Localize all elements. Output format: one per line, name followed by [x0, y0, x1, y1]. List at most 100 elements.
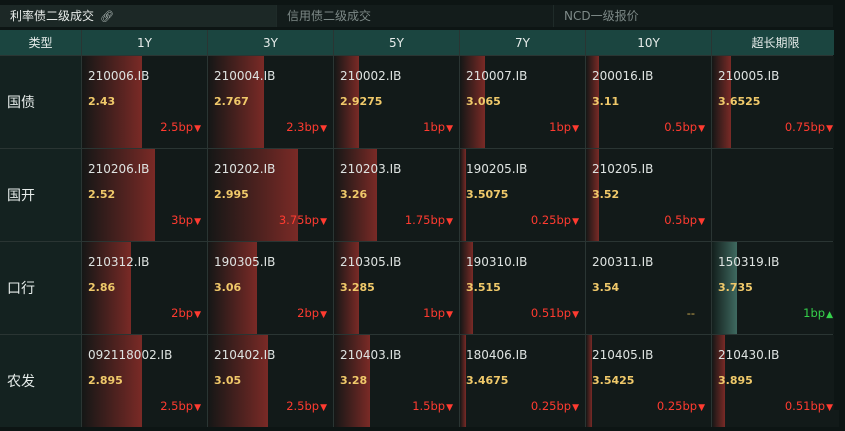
bond-yield: 3.895: [718, 374, 753, 387]
quote-cell[interactable]: 210006.IB 2.43 2.5bp▼: [82, 56, 207, 148]
yield-change: 1bp▼: [423, 120, 453, 134]
change-value: 1bp: [803, 306, 826, 320]
yield-change: 1bp▲: [803, 306, 833, 320]
change-value: 1bp: [549, 120, 572, 134]
yield-change: 0.25bp▼: [657, 399, 705, 413]
yield-change: --: [687, 306, 695, 320]
bond-code: 210006.IB: [88, 69, 150, 83]
yield-change: 0.25bp▼: [531, 399, 579, 413]
change-value: 2.3bp: [286, 120, 320, 134]
triangle-down-icon: ▼: [698, 403, 705, 413]
yield-change: 2.5bp▼: [160, 120, 201, 134]
change-value: 1bp: [423, 306, 446, 320]
yield-change: 1bp▼: [549, 120, 579, 134]
quote-cell[interactable]: 210312.IB 2.86 2bp▼: [82, 242, 207, 334]
quote-cell[interactable]: [712, 149, 839, 241]
tab-rates-bond-trades[interactable]: 利率债二级成交 🔗︎: [0, 5, 277, 27]
bond-yield: 3.4675: [466, 374, 509, 387]
change-value: 3.75bp: [278, 213, 320, 227]
tab-label: 利率债二级成交: [10, 9, 95, 23]
link-icon[interactable]: 🔗︎: [100, 6, 114, 28]
yield-change: 0.5bp▼: [664, 213, 705, 227]
bond-yield: 3.065: [466, 95, 501, 108]
bond-yield: 2.86: [88, 281, 116, 294]
triangle-down-icon: ▼: [446, 124, 453, 134]
quote-cell[interactable]: 210403.IB 3.28 1.5bp▼: [334, 335, 459, 427]
tab-ncd-quotes[interactable]: NCD一级报价: [554, 5, 833, 27]
triangle-down-icon: ▼: [826, 124, 833, 134]
quote-cell[interactable]: 210002.IB 2.9275 1bp▼: [334, 56, 459, 148]
yield-change: 2bp▼: [297, 306, 327, 320]
triangle-down-icon: ▼: [194, 310, 201, 320]
change-value: 0.5bp: [664, 213, 698, 227]
quote-cell[interactable]: 210203.IB 3.26 1.75bp▼: [334, 149, 459, 241]
quote-cell[interactable]: 210007.IB 3.065 1bp▼: [460, 56, 585, 148]
quote-cell[interactable]: 210402.IB 3.05 2.5bp▼: [208, 335, 333, 427]
yield-change: 3bp▼: [171, 213, 201, 227]
bond-code: 200311.IB: [592, 255, 654, 269]
header-1y[interactable]: 1Y: [82, 30, 207, 55]
quote-cell[interactable]: 210430.IB 3.895 0.51bp▼: [712, 335, 839, 427]
bond-yield: 3.285: [340, 281, 375, 294]
quote-cell[interactable]: 150319.IB 3.735 1bp▲: [712, 242, 839, 334]
quote-cell[interactable]: 180406.IB 3.4675 0.25bp▼: [460, 335, 585, 427]
bond-yield: 2.895: [88, 374, 123, 387]
quote-cell[interactable]: 210206.IB 2.52 3bp▼: [82, 149, 207, 241]
yield-change: 1.75bp▼: [405, 213, 453, 227]
bond-yield: 2.52: [88, 188, 116, 201]
quote-cell[interactable]: 190310.IB 3.515 0.51bp▼: [460, 242, 585, 334]
triangle-down-icon: ▼: [320, 310, 327, 320]
triangle-down-icon: ▼: [572, 310, 579, 320]
bond-yield: 3.515: [466, 281, 501, 294]
change-value: 0.51bp: [784, 399, 826, 413]
bond-code: 210403.IB: [340, 348, 402, 362]
change-value: 0.51bp: [530, 306, 572, 320]
header-3y[interactable]: 3Y: [208, 30, 333, 55]
header-10y[interactable]: 10Y: [586, 30, 711, 55]
change-value: 2bp: [297, 306, 320, 320]
header-ultra-long[interactable]: 超长期限: [712, 30, 839, 55]
bond-yield: 3.26: [340, 188, 368, 201]
tab-bar: 利率债二级成交 🔗︎ 信用债二级成交 NCD一级报价: [0, 5, 833, 27]
bond-code: 210004.IB: [214, 69, 276, 83]
quote-cell[interactable]: 190205.IB 3.5075 0.25bp▼: [460, 149, 585, 241]
bond-yield: 3.05: [214, 374, 242, 387]
yield-change: 0.75bp▼: [785, 120, 833, 134]
yield-change: 0.5bp▼: [664, 120, 705, 134]
quote-cell[interactable]: 210205.IB 3.52 0.5bp▼: [586, 149, 711, 241]
tab-credit-bond-trades[interactable]: 信用债二级成交: [277, 5, 554, 27]
bond-code: 210005.IB: [718, 69, 780, 83]
change-value: 1.75bp: [404, 213, 446, 227]
quote-cell[interactable]: 210202.IB 2.995 3.75bp▼: [208, 149, 333, 241]
change-value: 2.5bp: [286, 399, 320, 413]
row-label: 口行: [0, 242, 81, 334]
triangle-down-icon: ▼: [194, 403, 201, 413]
bond-code: 210202.IB: [214, 162, 276, 176]
triangle-down-icon: ▼: [698, 217, 705, 227]
change-value: 2.5bp: [160, 399, 194, 413]
triangle-down-icon: ▼: [572, 217, 579, 227]
change-value: 3bp: [171, 213, 194, 227]
quote-cell[interactable]: 200311.IB 3.54 --: [586, 242, 711, 334]
bond-yield: 2.995: [214, 188, 249, 201]
scrollbar[interactable]: [834, 30, 840, 410]
yield-change: 3.75bp▼: [279, 213, 327, 227]
row-label: 农发: [0, 335, 81, 427]
change-value: 0.25bp: [656, 399, 698, 413]
bond-yield: 2.43: [88, 95, 116, 108]
header-7y[interactable]: 7Y: [460, 30, 585, 55]
quote-cell[interactable]: 210405.IB 3.5425 0.25bp▼: [586, 335, 711, 427]
quote-cell[interactable]: 092118002.IB 2.895 2.5bp▼: [82, 335, 207, 427]
bond-code: 210007.IB: [466, 69, 528, 83]
quote-cell[interactable]: 190305.IB 3.06 2bp▼: [208, 242, 333, 334]
triangle-down-icon: ▼: [194, 124, 201, 134]
quote-cell[interactable]: 210004.IB 2.767 2.3bp▼: [208, 56, 333, 148]
header-5y[interactable]: 5Y: [334, 30, 459, 55]
bond-yield: 3.11: [592, 95, 620, 108]
quote-cell[interactable]: 210005.IB 3.6525 0.75bp▼: [712, 56, 839, 148]
quote-cell[interactable]: 200016.IB 3.11 0.5bp▼: [586, 56, 711, 148]
bond-code: 190310.IB: [466, 255, 528, 269]
bond-yield: 2.767: [214, 95, 249, 108]
quote-cell[interactable]: 210305.IB 3.285 1bp▼: [334, 242, 459, 334]
bond-yield: 3.735: [718, 281, 753, 294]
